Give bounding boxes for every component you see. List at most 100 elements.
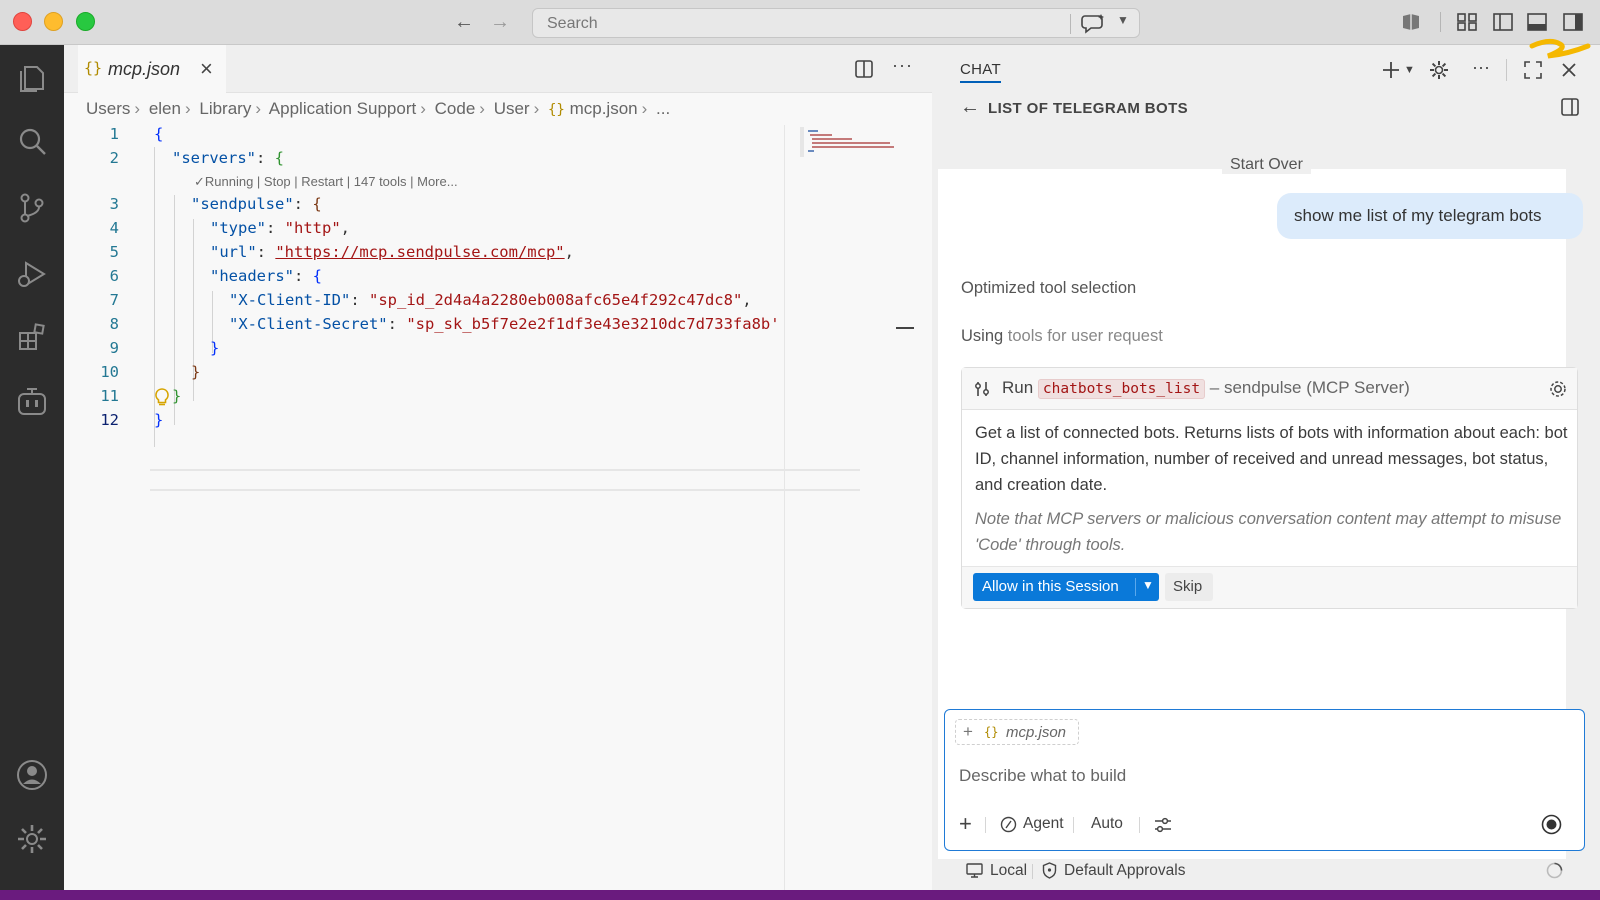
chat-input-placeholder[interactable]: Describe what to build xyxy=(959,766,1126,786)
session-location[interactable]: Local xyxy=(990,862,1027,880)
chevron-down-icon[interactable]: ▼ xyxy=(1404,64,1415,76)
title-bar: ← → Search ▼ xyxy=(0,0,1600,45)
chat-session-bar: ← LIST OF TELEGRAM BOTS xyxy=(932,93,1600,123)
approvals-picker[interactable]: Default Approvals xyxy=(1064,862,1186,880)
search-icon[interactable] xyxy=(15,125,49,159)
tab-chat[interactable]: CHAT xyxy=(960,61,1001,83)
tools-icon xyxy=(975,382,989,396)
line-number: 10 xyxy=(100,363,119,381)
gear-icon[interactable] xyxy=(1428,59,1450,81)
breadcrumb-item[interactable]: ... xyxy=(656,99,670,118)
toggle-panel-icon[interactable] xyxy=(1526,12,1548,32)
mcp-codelens[interactable]: ✓Running | Stop | Restart | 147 tools | … xyxy=(194,174,458,190)
toggle-sessions-panel-icon[interactable] xyxy=(1560,97,1580,117)
tool-card-header: Run chatbots_bots_list – sendpulse (MCP … xyxy=(962,368,1577,410)
chat-input-box[interactable]: + {} mcp.json Describe what to build + A… xyxy=(944,709,1585,851)
tab-filename: mcp.json xyxy=(108,59,181,79)
breadcrumb: Users › elen › Library › Application Suppor… xyxy=(86,99,671,118)
breadcrumb-item[interactable]: Code xyxy=(435,99,476,118)
breadcrumb-item[interactable]: elen xyxy=(149,99,181,118)
source-control-icon[interactable] xyxy=(15,191,49,225)
plus-icon[interactable]: + xyxy=(963,722,973,742)
explorer-icon[interactable] xyxy=(15,61,49,95)
command-center-search[interactable]: Search ▼ xyxy=(532,8,1140,38)
breadcrumb-item[interactable]: Application Support xyxy=(269,99,416,118)
monitor-icon xyxy=(966,863,983,878)
json-file-icon: {} xyxy=(984,725,999,739)
chevron-down-icon[interactable]: ▼ xyxy=(1117,13,1129,27)
code-line: { xyxy=(154,125,164,143)
stop-request-icon[interactable] xyxy=(1541,814,1562,835)
chat-panel: CHAT ▼ ··· ← LIST OF TELEGRAM BOTS show … xyxy=(932,45,1600,890)
close-window-button[interactable] xyxy=(13,12,32,31)
gear-icon[interactable] xyxy=(1548,379,1568,399)
run-debug-icon[interactable] xyxy=(15,257,49,291)
back-arrow-icon[interactable]: ← xyxy=(960,96,980,119)
chevron-down-icon[interactable]: ▼ xyxy=(1142,578,1154,592)
loading-spinner-icon xyxy=(1546,862,1563,879)
editor-tab-strip: {} mcp.json × ··· xyxy=(64,45,932,93)
breadcrumb-item[interactable]: User xyxy=(494,99,530,118)
line-number: 5 xyxy=(109,243,119,261)
user-message-bubble: show me list of my telegram bots xyxy=(1277,193,1583,239)
chat-bubble-icon[interactable] xyxy=(1081,12,1107,34)
more-actions-icon[interactable]: ··· xyxy=(1472,57,1490,78)
copilot-icon[interactable] xyxy=(15,385,49,419)
current-line-highlight xyxy=(150,469,860,491)
copilot-status-icon[interactable] xyxy=(1400,12,1422,32)
tool-description: Get a list of connected bots. Returns li… xyxy=(975,424,1568,494)
session-title: LIST OF TELEGRAM BOTS xyxy=(988,100,1189,117)
json-key: "sendpulse" xyxy=(191,195,294,213)
new-chat-plus-icon[interactable] xyxy=(1380,59,1402,81)
account-icon[interactable] xyxy=(15,758,49,792)
context-filename: mcp.json xyxy=(1006,724,1067,741)
code-line: "X-Client-ID": "sp_id_2d4a4a2280eb008afc… xyxy=(229,291,752,309)
breadcrumb-item[interactable]: Users xyxy=(86,99,130,118)
code-line: } xyxy=(172,387,182,405)
minimize-window-button[interactable] xyxy=(44,12,63,31)
forward-arrow-icon[interactable]: → xyxy=(490,10,510,34)
zoom-window-button[interactable] xyxy=(76,12,95,31)
back-arrow-icon[interactable]: ← xyxy=(454,10,474,34)
lightbulb-icon[interactable] xyxy=(154,387,170,407)
search-divider xyxy=(1070,14,1071,34)
json-key: "servers" xyxy=(172,149,256,167)
line-number: 2 xyxy=(109,149,119,167)
progress-message: Optimized tool selection xyxy=(961,279,1137,297)
configure-tools-icon[interactable] xyxy=(1153,816,1173,834)
toggle-secondary-sidebar-icon[interactable] xyxy=(1562,12,1584,32)
context-attachment-chip[interactable]: + {} mcp.json xyxy=(955,719,1079,745)
code-line: } xyxy=(154,411,164,429)
json-url-link[interactable]: "https://mcp.sendpulse.com/mcp" xyxy=(275,243,564,261)
minimap[interactable] xyxy=(800,127,900,157)
code-line: "headers": { xyxy=(210,267,323,285)
model-picker[interactable]: Auto xyxy=(1091,815,1123,833)
code-editor[interactable]: 1 { 2 "servers": { ✓Running | Stop | Res… xyxy=(64,125,874,491)
shield-icon xyxy=(1042,862,1057,879)
sash-handle[interactable] xyxy=(896,327,914,329)
editor-tab-mcp-json[interactable]: {} mcp.json × xyxy=(78,45,226,93)
split-editor-icon[interactable] xyxy=(854,59,874,79)
code-line: } xyxy=(191,363,201,381)
allow-in-session-button[interactable]: Allow in this Session ▼ xyxy=(973,573,1159,601)
status-divider xyxy=(1032,864,1033,879)
close-tab-icon[interactable]: × xyxy=(200,56,213,82)
toggle-primary-sidebar-icon[interactable] xyxy=(1492,12,1514,32)
manage-gear-icon[interactable] xyxy=(15,822,49,856)
json-key: "headers" xyxy=(210,267,294,285)
more-actions-icon[interactable]: ··· xyxy=(892,55,913,76)
chat-status-row: Local Default Approvals xyxy=(932,853,1600,887)
extensions-icon[interactable] xyxy=(15,321,49,355)
customize-layout-icon[interactable] xyxy=(1456,12,1478,32)
line-number: 11 xyxy=(100,387,119,405)
skip-button[interactable]: Skip xyxy=(1165,573,1213,601)
progress-detail[interactable]: tools for user request xyxy=(1008,327,1163,345)
user-message-text: show me list of my telegram bots xyxy=(1294,206,1542,225)
line-number: 8 xyxy=(109,315,119,333)
breadcrumb-item[interactable]: Library xyxy=(199,99,251,118)
mode-picker[interactable]: Agent xyxy=(1023,815,1064,833)
add-context-plus-icon[interactable]: + xyxy=(959,811,972,837)
breadcrumb-item[interactable]: mcp.json xyxy=(570,99,638,118)
search-placeholder: Search xyxy=(547,15,598,32)
start-over-link[interactable]: Start Over xyxy=(1222,156,1311,174)
